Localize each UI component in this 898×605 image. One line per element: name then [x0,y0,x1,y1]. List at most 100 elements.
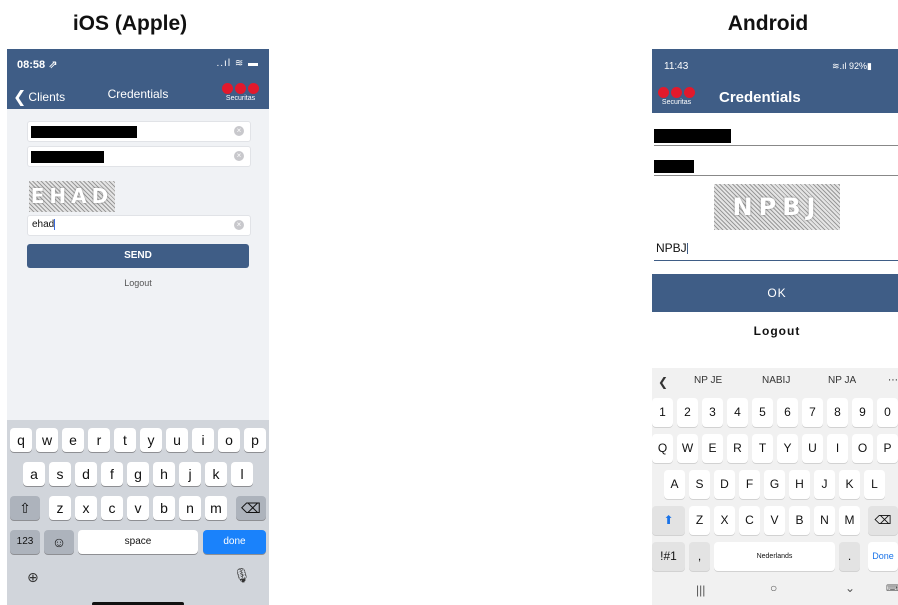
key-n[interactable]: N [814,506,835,535]
key-o[interactable]: O [852,434,873,463]
shift-key[interactable]: ⇧ [10,496,40,520]
captcha-input[interactable]: ehad × [27,215,251,236]
home-icon[interactable]: ○ [770,581,777,595]
suggestion-1[interactable]: NP JE [694,375,722,386]
key-7[interactable]: 7 [802,398,823,427]
clear-icon[interactable]: × [234,151,244,161]
key-b[interactable]: b [153,496,175,520]
key-l[interactable]: L [864,470,885,499]
keyboard-icon[interactable]: ⌨ [886,583,898,594]
key-f[interactable]: f [101,462,123,486]
suggestion-2[interactable]: NABIJ [762,375,790,386]
key-c[interactable]: C [739,506,760,535]
key-q[interactable]: q [10,428,32,452]
emoji-key[interactable]: ☺ [44,530,74,554]
clear-icon[interactable]: × [234,126,244,136]
key-i[interactable]: i [192,428,214,452]
key-y[interactable]: y [140,428,162,452]
key-a[interactable]: a [23,462,45,486]
key-t[interactable]: t [114,428,136,452]
key-j[interactable]: J [814,470,835,499]
chevron-left-icon[interactable]: ❮ [658,375,668,389]
microphone-icon[interactable]: 🎙 [233,567,251,584]
captcha-input[interactable]: NPBJ [654,238,898,261]
key-v[interactable]: v [127,496,149,520]
key-c[interactable]: c [101,496,123,520]
period-key[interactable]: . [839,542,860,571]
key-m[interactable]: m [205,496,227,520]
comma-key[interactable]: , [689,542,710,571]
key-8[interactable]: 8 [827,398,848,427]
recents-icon[interactable]: ||| [696,583,705,597]
key-u[interactable]: u [166,428,188,452]
key-u[interactable]: U [802,434,823,463]
key-x[interactable]: x [75,496,97,520]
password-field[interactable]: × [27,146,251,167]
key-w[interactable]: w [36,428,58,452]
key-5[interactable]: 5 [752,398,773,427]
key-x[interactable]: X [714,506,735,535]
key-z[interactable]: z [49,496,71,520]
ok-button[interactable]: OK [652,274,898,312]
key-o[interactable]: o [218,428,240,452]
key-4[interactable]: 4 [727,398,748,427]
logout-link[interactable]: Logout [652,324,898,338]
key-e[interactable]: E [702,434,723,463]
key-g[interactable]: g [127,462,149,486]
username-field[interactable]: × [27,121,251,142]
space-key[interactable]: Nederlands [714,542,835,571]
more-icon[interactable]: ⋯ [888,375,898,386]
key-k[interactable]: K [839,470,860,499]
numbers-key[interactable]: 123 [10,530,40,554]
key-d[interactable]: d [75,462,97,486]
key-w[interactable]: W [677,434,698,463]
password-field[interactable] [654,153,898,176]
space-key[interactable]: space [78,530,198,554]
key-p[interactable]: P [877,434,898,463]
key-q[interactable]: Q [652,434,673,463]
key-b[interactable]: B [789,506,810,535]
key-r[interactable]: r [88,428,110,452]
key-1[interactable]: 1 [652,398,673,427]
suggestion-3[interactable]: NP JA [828,375,856,386]
key-g[interactable]: G [764,470,785,499]
key-6[interactable]: 6 [777,398,798,427]
key-t[interactable]: T [752,434,773,463]
clear-icon[interactable]: × [234,220,244,230]
key-h[interactable]: h [153,462,175,486]
key-3[interactable]: 3 [702,398,723,427]
key-0[interactable]: 0 [877,398,898,427]
key-k[interactable]: k [205,462,227,486]
shift-key[interactable]: ⬆ [652,506,685,535]
key-r[interactable]: R [727,434,748,463]
logout-link[interactable]: Logout [7,278,269,288]
key-f[interactable]: F [739,470,760,499]
key-p[interactable]: p [244,428,266,452]
symbols-key[interactable]: !#1 [652,542,685,571]
key-l[interactable]: l [231,462,253,486]
key-n[interactable]: n [179,496,201,520]
globe-icon[interactable]: ⊕ [27,569,39,586]
key-i[interactable]: I [827,434,848,463]
key-v[interactable]: V [764,506,785,535]
username-field[interactable] [654,123,898,146]
key-2[interactable]: 2 [677,398,698,427]
key-d[interactable]: D [714,470,735,499]
android-caption: Android [727,12,809,35]
key-j[interactable]: j [179,462,201,486]
key-h[interactable]: H [789,470,810,499]
key-y[interactable]: Y [777,434,798,463]
key-s[interactable]: S [689,470,710,499]
key-m[interactable]: M [839,506,860,535]
done-key[interactable]: Done [868,542,898,571]
backspace-key[interactable]: ⌫ [868,506,898,535]
chevron-down-icon[interactable]: ⌄ [845,581,855,595]
key-z[interactable]: Z [689,506,710,535]
key-s[interactable]: s [49,462,71,486]
key-a[interactable]: A [664,470,685,499]
done-key[interactable]: done [203,530,266,554]
key-9[interactable]: 9 [852,398,873,427]
send-button[interactable]: SEND [27,244,249,268]
backspace-key[interactable]: ⌫ [236,496,266,520]
key-e[interactable]: e [62,428,84,452]
